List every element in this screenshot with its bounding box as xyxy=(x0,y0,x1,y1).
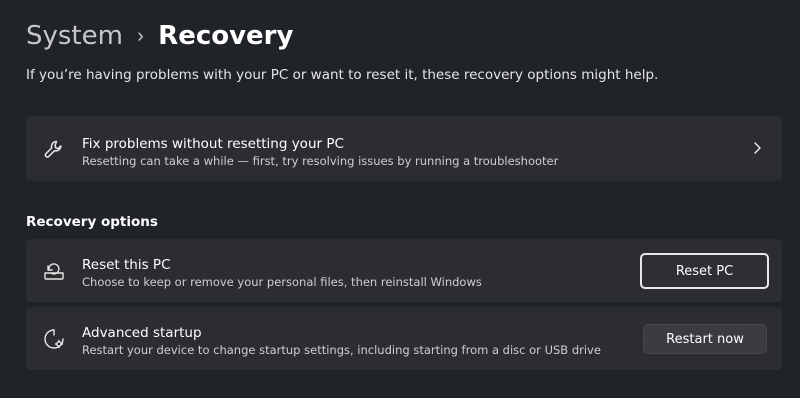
recovery-options-heading: Recovery options xyxy=(26,214,158,230)
chevron-right-icon xyxy=(754,142,761,154)
fix-problems-title: Fix problems without resetting your PC xyxy=(82,136,344,152)
recovery-settings-page: System › Recovery If you’re having probl… xyxy=(0,0,800,398)
reset-pc-subtitle: Choose to keep or remove your personal f… xyxy=(82,275,482,289)
reset-pc-button[interactable]: Reset PC xyxy=(640,253,769,289)
fix-problems-card[interactable]: Fix problems without resetting your PC R… xyxy=(26,116,782,181)
reset-pc-card: Reset this PC Choose to keep or remove y… xyxy=(26,239,782,302)
advanced-startup-card: Advanced startup Restart your device to … xyxy=(26,307,782,370)
page-title: Recovery xyxy=(158,21,294,51)
fix-problems-subtitle: Resetting can take a while — first, try … xyxy=(82,154,559,168)
wrench-icon xyxy=(44,140,62,158)
breadcrumb: System › Recovery xyxy=(26,16,293,56)
advanced-startup-title: Advanced startup xyxy=(82,325,202,341)
breadcrumb-separator-icon: › xyxy=(136,23,145,49)
advanced-startup-subtitle: Restart your device to change startup se… xyxy=(82,343,601,357)
reset-pc-icon xyxy=(44,263,64,280)
breadcrumb-system-link[interactable]: System xyxy=(26,21,123,51)
reset-pc-title: Reset this PC xyxy=(82,257,171,273)
intro-text: If you’re having problems with your PC o… xyxy=(26,67,659,83)
restart-now-button[interactable]: Restart now xyxy=(643,324,767,354)
advanced-startup-icon xyxy=(44,329,64,349)
